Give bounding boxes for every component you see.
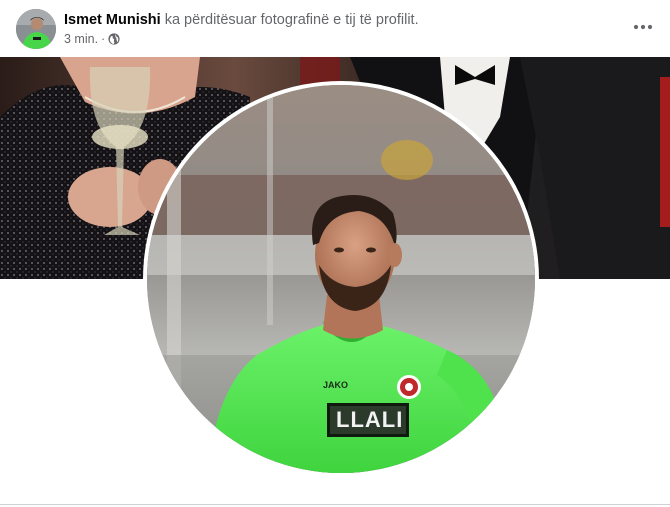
more-options-icon	[633, 24, 653, 30]
profile-photo[interactable]: JAKO LLALI	[147, 85, 535, 473]
author-name-link[interactable]: Ismet Munishi	[64, 12, 161, 28]
more-options-button[interactable]	[628, 12, 658, 42]
post-card: Ismet Munishi ka përditësuar fotografinë…	[0, 0, 670, 507]
post-divider	[0, 504, 670, 505]
post-timestamp[interactable]: 3 min.	[64, 31, 98, 47]
jersey-sponsor-label: LLALI	[336, 407, 404, 432]
author-avatar[interactable]	[16, 9, 56, 49]
meta-separator: ·	[101, 32, 106, 46]
post-header: Ismet Munishi ka përditësuar fotografinë…	[0, 0, 670, 57]
post-title-line: Ismet Munishi ka përditësuar fotografinë…	[64, 11, 419, 29]
post-meta: 3 min. ·	[64, 31, 120, 47]
jersey-brand-label: JAKO	[323, 380, 349, 390]
post-action-text: ka përditësuar fotografinë e tij të prof…	[164, 12, 419, 28]
globe-icon[interactable]	[108, 33, 120, 45]
avatar-image	[16, 9, 56, 49]
